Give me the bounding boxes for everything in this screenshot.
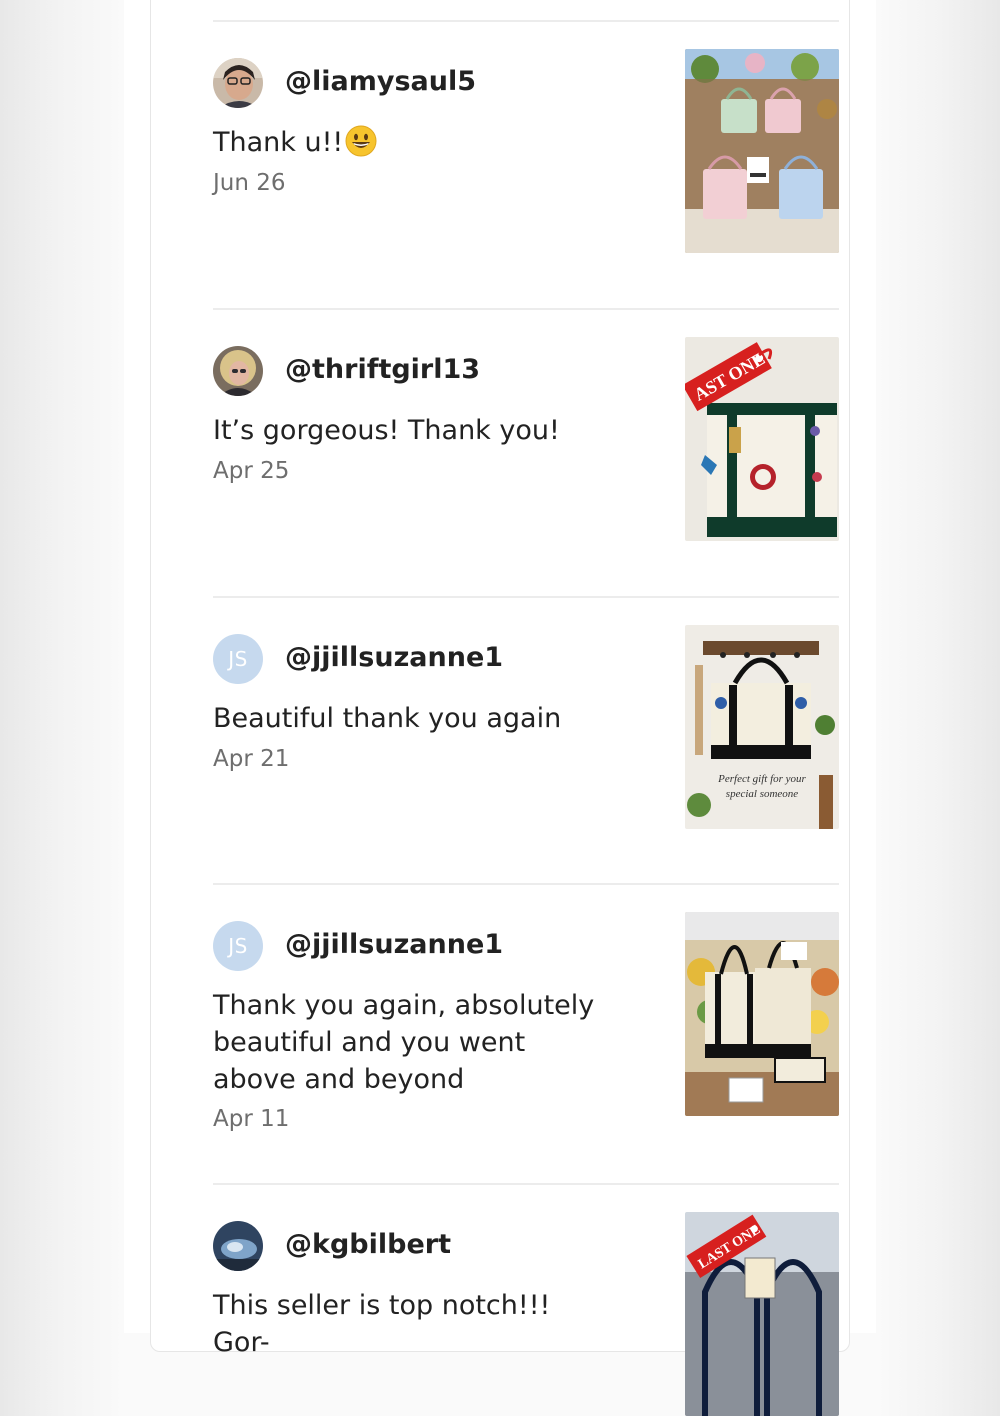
user-avatar-initials[interactable]: JS (213, 921, 263, 971)
review-date: Apr 25 (213, 458, 290, 484)
review-divider (213, 1183, 839, 1185)
review-text: Beautiful thank you again (213, 703, 562, 734)
user-avatar[interactable] (213, 1221, 263, 1271)
username-link[interactable]: @thriftgirl13 (285, 354, 480, 385)
review-text: It’s gorgeous! Thank you! (213, 415, 560, 446)
review-date: Apr 11 (213, 1106, 290, 1132)
grinning-face-emoji-icon (345, 125, 377, 167)
thumbnail-caption-line2: special someone (726, 788, 799, 800)
review-date: Jun 26 (213, 170, 286, 196)
listing-thumbnail[interactable] (685, 912, 839, 1116)
review-text: Thank you again, absolutely beautiful an… (213, 990, 595, 1095)
review-text: This seller is top notch!!! Gor- (213, 1290, 551, 1358)
review-divider (213, 20, 839, 22)
review-text-content: Thank u!! (213, 127, 344, 158)
review-divider (213, 596, 839, 598)
thumbnail-caption-line1: Perfect gift for your (717, 773, 806, 785)
username-link[interactable]: @kgbilbert (285, 1229, 451, 1260)
reviews-card: @liamysaul5 Thank u!! Jun 26 @thriftgirl… (150, 0, 850, 1416)
review-divider (213, 883, 839, 885)
username-link[interactable]: @jjillsuzanne1 (285, 642, 503, 673)
review-divider (213, 308, 839, 310)
reviews-page: @liamysaul5 Thank u!! Jun 26 @thriftgirl… (124, 0, 876, 1416)
username-link[interactable]: @jjillsuzanne1 (285, 929, 503, 960)
listing-thumbnail[interactable]: Perfect gift for your special someone (685, 625, 839, 829)
listing-thumbnail[interactable]: LAST ONE (685, 1212, 839, 1416)
listing-thumbnail[interactable] (685, 49, 839, 253)
user-avatar[interactable] (213, 58, 263, 108)
user-avatar[interactable] (213, 346, 263, 396)
review-text: Thank u!! (213, 124, 613, 167)
listing-thumbnail[interactable]: AST ONE (685, 337, 839, 541)
user-avatar-initials[interactable]: JS (213, 634, 263, 684)
username-link[interactable]: @liamysaul5 (285, 66, 476, 97)
review-date: Apr 21 (213, 746, 290, 772)
